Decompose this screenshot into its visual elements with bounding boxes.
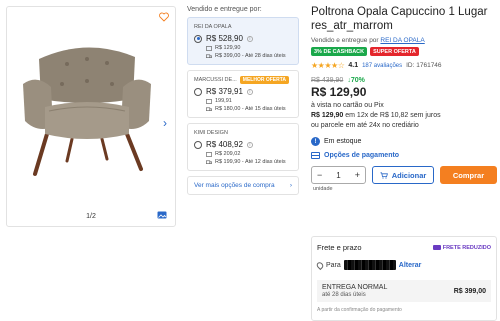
- seller-shipping: R$ 399,00 - Até 28 dias úteis: [215, 53, 286, 59]
- rating-row: ★★★★☆ 4.1 187 avaliações ID: 1761746: [311, 61, 497, 70]
- info-icon: !: [311, 137, 320, 146]
- gallery-icon[interactable]: [157, 211, 167, 219]
- truck-icon: [432, 245, 441, 250]
- seller-name: KIMI DESIGN: [194, 130, 228, 136]
- shipping-method-eta: até 28 dias úteis: [322, 292, 366, 298]
- seller-price: R$ 528,90: [206, 34, 243, 43]
- sold-by-prefix: Vendido e entregue por: [311, 37, 379, 44]
- truck-icon: [206, 160, 212, 164]
- truck-icon: [206, 107, 212, 111]
- gallery-pager: 1/2: [86, 213, 96, 220]
- seller-link[interactable]: REI DA OPALA: [380, 37, 424, 44]
- seller-price: R$ 379,91: [206, 87, 243, 96]
- redacted-cep: [343, 260, 396, 270]
- pix-icon: [206, 45, 212, 51]
- reviews-link[interactable]: 187 avaliações: [362, 63, 402, 69]
- add-to-cart-button[interactable]: Adicionar: [372, 166, 434, 184]
- seller-pix-price: R$ 129,90: [215, 45, 241, 51]
- stock-status: Em estoque: [324, 138, 362, 145]
- info-icon[interactable]: i: [246, 141, 253, 148]
- payment-options-label: Opções de pagamento: [324, 152, 400, 159]
- seller-price: R$ 408,92: [206, 140, 243, 149]
- heart-icon[interactable]: [159, 12, 169, 22]
- shipping-note: A partir da confirmação do pagamento: [317, 307, 402, 313]
- sellers-title: Vendido e entregue por:: [187, 6, 262, 13]
- seller-option[interactable]: REI DA OPALA R$ 528,90 i R$ 129,90 R$ 39…: [187, 17, 299, 65]
- discount-badge: ↓70%: [347, 77, 365, 84]
- seller-option[interactable]: MARCUSSI DE... MELHOR OFERTA R$ 379,91 i…: [187, 70, 299, 118]
- pix-icon: [206, 151, 212, 157]
- location-pin-icon: [315, 260, 325, 270]
- buy-row: − 1 + unidade Adicionar Comprar: [311, 166, 497, 192]
- seller-option[interactable]: KIMI DESIGN R$ 408,92 i R$ 209,02 R$ 199…: [187, 123, 299, 171]
- shipping-method-price: R$ 399,00: [453, 287, 486, 295]
- add-to-cart-label: Adicionar: [391, 170, 427, 180]
- cep-prefix: Para: [326, 261, 341, 269]
- seller-shipping: R$ 199,90 - Até 12 dias úteis: [215, 159, 286, 165]
- info-icon[interactable]: i: [246, 35, 253, 42]
- product-title: Poltrona Opala Capuccino 1 Lugar res_atr…: [311, 6, 488, 32]
- pix-label: à vista no cartão ou Pix: [311, 102, 384, 109]
- cep-row: Para Alterar: [315, 260, 491, 270]
- more-offers-link[interactable]: Ver mais opções de compra ›: [187, 176, 299, 195]
- rating-stars-icon: ★★★★☆: [311, 61, 345, 70]
- rating-value: 4.1: [348, 62, 359, 69]
- tags: 3% DE CASHBACK SUPER OFERTA: [311, 47, 497, 56]
- product-id: ID: 1761746: [406, 62, 442, 69]
- seller-radio[interactable]: [194, 140, 202, 149]
- product-info: Poltrona Opala Capuccino 1 Lugar res_atr…: [311, 5, 497, 192]
- reduced-shipping-badge: FRETE REDUZIDO: [432, 244, 491, 251]
- payment-options-link[interactable]: Opções de pagamento: [311, 152, 497, 159]
- quantity-stepper[interactable]: − 1 +: [311, 166, 366, 184]
- old-price-row: R$ 439,90 ↓70%: [311, 77, 497, 84]
- cashback-tag: 3% DE CASHBACK: [311, 47, 368, 56]
- reduced-shipping-label: FRETE REDUZIDO: [442, 244, 491, 251]
- best-offer-badge: MELHOR OFERTA: [239, 76, 290, 84]
- buy-button[interactable]: Comprar: [440, 166, 497, 184]
- product-gallery: › 1/2: [6, 6, 176, 227]
- truck-icon: [206, 54, 212, 58]
- qty-value[interactable]: 1: [336, 171, 340, 180]
- seller-radio[interactable]: [194, 87, 202, 96]
- stock-row: ! Em estoque: [311, 137, 497, 146]
- shipping-method-name: ENTREGA NORMAL: [322, 284, 388, 291]
- qty-unit-label: unidade: [313, 186, 333, 192]
- credit-card-icon: [311, 152, 320, 159]
- more-offers-label: Ver mais opções de compra: [194, 182, 275, 189]
- shipping-title: Frete e prazo: [317, 243, 362, 252]
- change-cep-link[interactable]: Alterar: [399, 262, 422, 269]
- chevron-right-icon: ›: [289, 182, 292, 189]
- shipping-panel: Frete e prazo FRETE REDUZIDO Para Altera…: [311, 236, 497, 321]
- seller-radio[interactable]: [194, 34, 202, 43]
- qty-plus-button[interactable]: +: [355, 170, 360, 180]
- seller-name: REI DA OPALA: [194, 24, 232, 30]
- cart-icon: [380, 171, 388, 179]
- installments-text: em 12x de R$ 10,82 sem juros: [345, 112, 441, 119]
- seller-pix-price: R$ 209,02: [215, 151, 241, 157]
- qty-minus-button[interactable]: −: [317, 170, 322, 180]
- seller-shipping: R$ 180,00 - Até 15 dias úteis: [215, 106, 286, 112]
- installments-credit: ou parcele em até 24x no crediário: [311, 121, 419, 129]
- sold-by: Vendido e entregue por REI DA OPALA: [311, 37, 497, 44]
- installments-price: R$ 129,90: [311, 112, 344, 119]
- current-price: R$ 129,90: [311, 85, 367, 99]
- product-image: [23, 47, 151, 176]
- seller-pix-price: 199,91: [215, 98, 232, 104]
- super-offer-tag: SUPER OFERTA: [370, 47, 419, 56]
- old-price: R$ 439,90: [311, 77, 344, 84]
- seller-name: MARCUSSI DE...: [194, 77, 237, 83]
- sellers-panel: Vendido e entregue por: REI DA OPALA R$ …: [187, 6, 299, 195]
- info-icon[interactable]: i: [246, 88, 253, 95]
- shipping-method[interactable]: ENTREGA NORMAL até 28 dias úteis R$ 399,…: [317, 280, 491, 302]
- installments: R$ 129,90 em 12x de R$ 10,82 sem juros o…: [311, 111, 497, 130]
- next-image-chevron-icon[interactable]: ›: [163, 117, 167, 129]
- pix-icon: [206, 98, 212, 104]
